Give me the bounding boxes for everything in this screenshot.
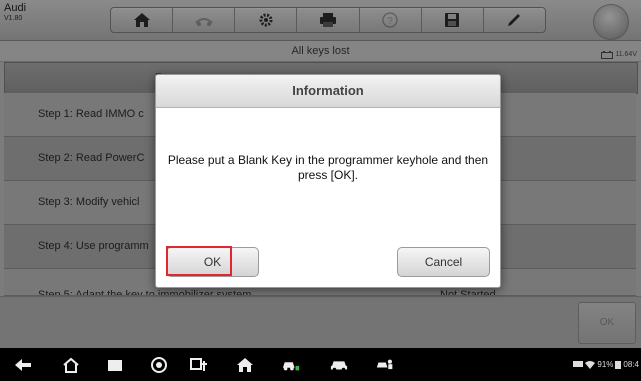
home-icon: [237, 358, 253, 372]
car-wrench-icon: [282, 362, 300, 371]
vci-connector-icon: [190, 358, 207, 371]
dialog-title: Information: [156, 75, 500, 108]
home-nav-button[interactable]: [62, 356, 80, 374]
wifi-icon: [585, 360, 596, 369]
vehicle-button[interactable]: [330, 356, 348, 374]
clock: 08:4: [623, 360, 639, 369]
chat-icon: [573, 360, 584, 367]
browser-icon: [151, 357, 167, 373]
vci-button[interactable]: [190, 356, 208, 374]
dialog-message: Please put a Blank Key in the programmer…: [167, 153, 489, 182]
system-nav-bar: 91% 08:4: [0, 348, 641, 381]
status-bar: 91% 08:4: [573, 360, 639, 369]
back-button[interactable]: [14, 356, 32, 374]
ok-highlight-box: [166, 246, 232, 276]
autel-home-button[interactable]: [236, 356, 254, 374]
recent-apps-icon: [108, 360, 122, 371]
recent-apps-button[interactable]: [106, 356, 124, 374]
battery-percent: 91%: [597, 360, 614, 369]
car-people-icon: [376, 359, 393, 370]
back-arrow-icon: [15, 359, 31, 371]
remote-support-button[interactable]: [376, 356, 394, 374]
browser-button[interactable]: [150, 356, 168, 374]
home-outline-icon: [63, 357, 79, 373]
vehicle-diagnosis-button[interactable]: [282, 356, 300, 374]
car-icon: [330, 361, 348, 372]
dialog-cancel-button[interactable]: Cancel: [397, 247, 490, 277]
battery-icon: [615, 361, 622, 369]
